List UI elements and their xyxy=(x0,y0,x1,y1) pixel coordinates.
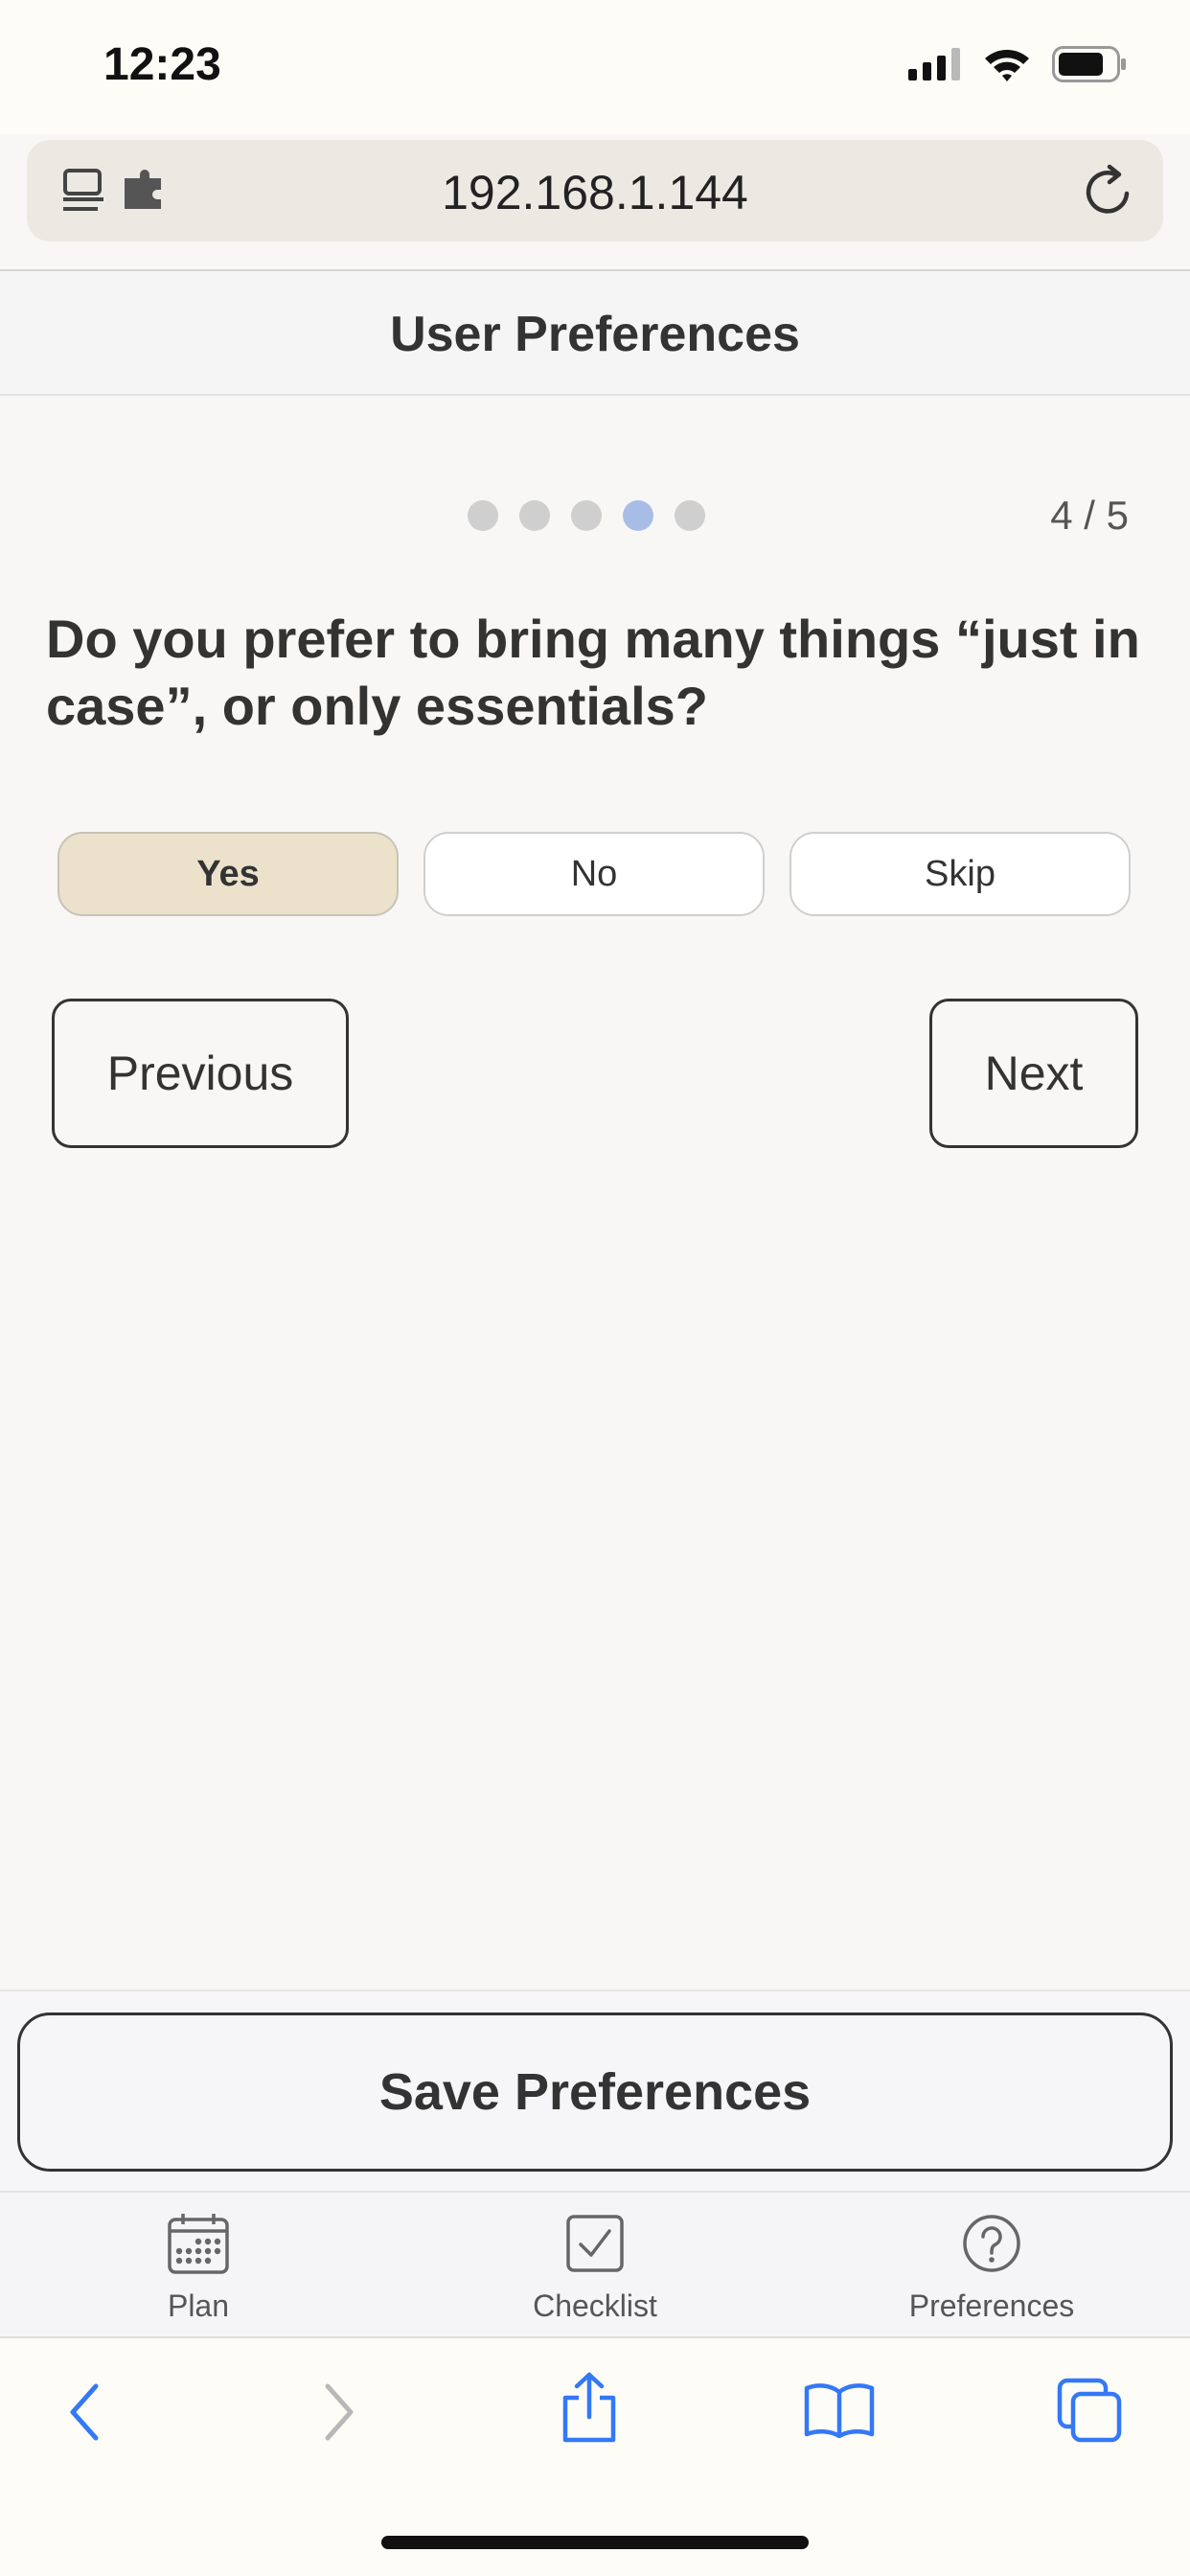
screen: 12:23 192.168.1.144 User Preferences 4 /… xyxy=(0,0,1190,2576)
question-circle-icon xyxy=(963,2215,1020,2272)
wifi-icon xyxy=(985,50,1029,81)
progress-dot-2 xyxy=(519,500,550,531)
tab-preferences-label: Preferences xyxy=(908,2288,1075,2323)
tabs-icon[interactable] xyxy=(1056,2377,1123,2444)
forward-icon[interactable] xyxy=(320,2379,360,2446)
progress-dot-4-active xyxy=(623,500,653,531)
next-button[interactable]: Next xyxy=(929,999,1138,1148)
url-text[interactable]: 192.168.1.144 xyxy=(27,165,1163,220)
previous-button[interactable]: Previous xyxy=(52,999,349,1148)
answer-options: Yes No Skip xyxy=(57,832,1131,916)
tab-checklist[interactable]: Checklist xyxy=(397,2193,793,2336)
progress-dot-1 xyxy=(468,500,498,531)
reload-icon[interactable] xyxy=(1081,161,1136,220)
progress-counter: 4 / 5 xyxy=(1050,493,1129,538)
page-title: User Preferences xyxy=(390,307,800,362)
option-no-button[interactable]: No xyxy=(423,832,765,916)
option-skip-button[interactable]: Skip xyxy=(790,832,1131,916)
bookmarks-icon[interactable] xyxy=(803,2380,876,2440)
progress-dots xyxy=(468,500,705,531)
app-header: User Preferences xyxy=(0,271,1190,396)
tab-bar: Plan Checklist Preferences xyxy=(0,2191,1190,2336)
calendar-icon xyxy=(168,2214,229,2274)
save-area: Save Preferences xyxy=(0,1990,1190,2191)
tab-preferences[interactable]: Preferences xyxy=(793,2193,1190,2336)
tab-checklist-label: Checklist xyxy=(533,2288,657,2323)
tab-plan-label: Plan xyxy=(167,2288,230,2323)
url-bar[interactable]: 192.168.1.144 xyxy=(27,140,1163,242)
question-text: Do you prefer to bring many things “just… xyxy=(46,609,1140,736)
progress-dot-3 xyxy=(571,500,602,531)
back-icon[interactable] xyxy=(63,2379,103,2446)
battery-icon xyxy=(1052,46,1126,82)
status-bar: 12:23 xyxy=(0,0,1190,134)
share-icon[interactable] xyxy=(558,2371,621,2446)
progress-dot-5 xyxy=(675,500,705,531)
tab-plan[interactable]: Plan xyxy=(0,2193,397,2336)
signal-icon xyxy=(908,48,960,80)
save-preferences-button[interactable]: Save Preferences xyxy=(17,2012,1173,2172)
option-yes-button[interactable]: Yes xyxy=(57,832,399,916)
status-time: 12:23 xyxy=(103,39,221,90)
home-indicator[interactable] xyxy=(381,2536,809,2549)
checkbox-icon xyxy=(566,2215,624,2272)
status-icons xyxy=(908,46,1129,82)
